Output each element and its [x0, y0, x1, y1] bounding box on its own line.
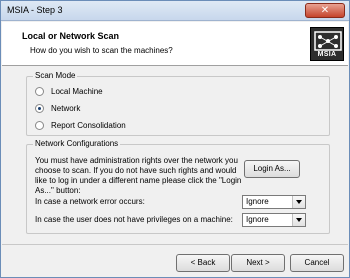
privilege-select[interactable]: Ignore [242, 213, 306, 227]
radio-label: Report Consolidation [51, 120, 126, 130]
scan-mode-group: Scan Mode Local Machine Network Report C… [26, 71, 330, 136]
select-value: Ignore [246, 215, 269, 224]
network-description: You must have administration rights over… [35, 156, 242, 195]
radio-button[interactable] [35, 86, 44, 96]
page-subtitle: How do you wish to scan the machines? [30, 46, 173, 55]
select-value: Ignore [246, 197, 269, 206]
title-bar[interactable]: MSIA - Step 3 ✕ [1, 1, 349, 21]
wizard-header: Local or Network Scan How do you wish to… [2, 22, 348, 66]
radio-local-machine[interactable]: Local Machine [35, 85, 103, 97]
chevron-down-icon[interactable] [292, 196, 305, 208]
next-button[interactable]: Next > [231, 254, 285, 272]
page-title: Local or Network Scan [22, 31, 120, 41]
chevron-down-icon[interactable] [292, 214, 305, 226]
radio-report-consolidation[interactable]: Report Consolidation [35, 119, 126, 131]
window-title: MSIA - Step 3 [7, 5, 63, 15]
radio-label: Network [51, 103, 81, 113]
login-as-button[interactable]: Login As... [244, 160, 300, 178]
network-config-group: Network Configurations You must have adm… [26, 139, 330, 234]
radio-network[interactable]: Network [35, 102, 80, 114]
error-label: In case a network error occurs: [35, 197, 145, 206]
network-config-legend: Network Configurations [33, 139, 121, 148]
close-icon: ✕ [320, 5, 330, 16]
radio-label: Local Machine [51, 86, 103, 96]
cancel-button[interactable]: Cancel [290, 254, 344, 272]
network-icon [314, 31, 342, 51]
logo-text: MSIA [317, 51, 337, 58]
footer-divider [2, 244, 348, 245]
network-error-select[interactable]: Ignore [242, 195, 306, 209]
close-button[interactable]: ✕ [305, 3, 345, 18]
radio-button[interactable] [35, 120, 44, 130]
privilege-label: In case the user does not have privilege… [35, 215, 233, 224]
back-button[interactable]: < Back [176, 254, 230, 272]
wizard-window: MSIA - Step 3 ✕ Local or Network Scan Ho… [0, 0, 350, 278]
radio-button[interactable] [35, 103, 44, 113]
msia-logo: MSIA [310, 27, 344, 61]
scan-mode-legend: Scan Mode [33, 71, 78, 80]
